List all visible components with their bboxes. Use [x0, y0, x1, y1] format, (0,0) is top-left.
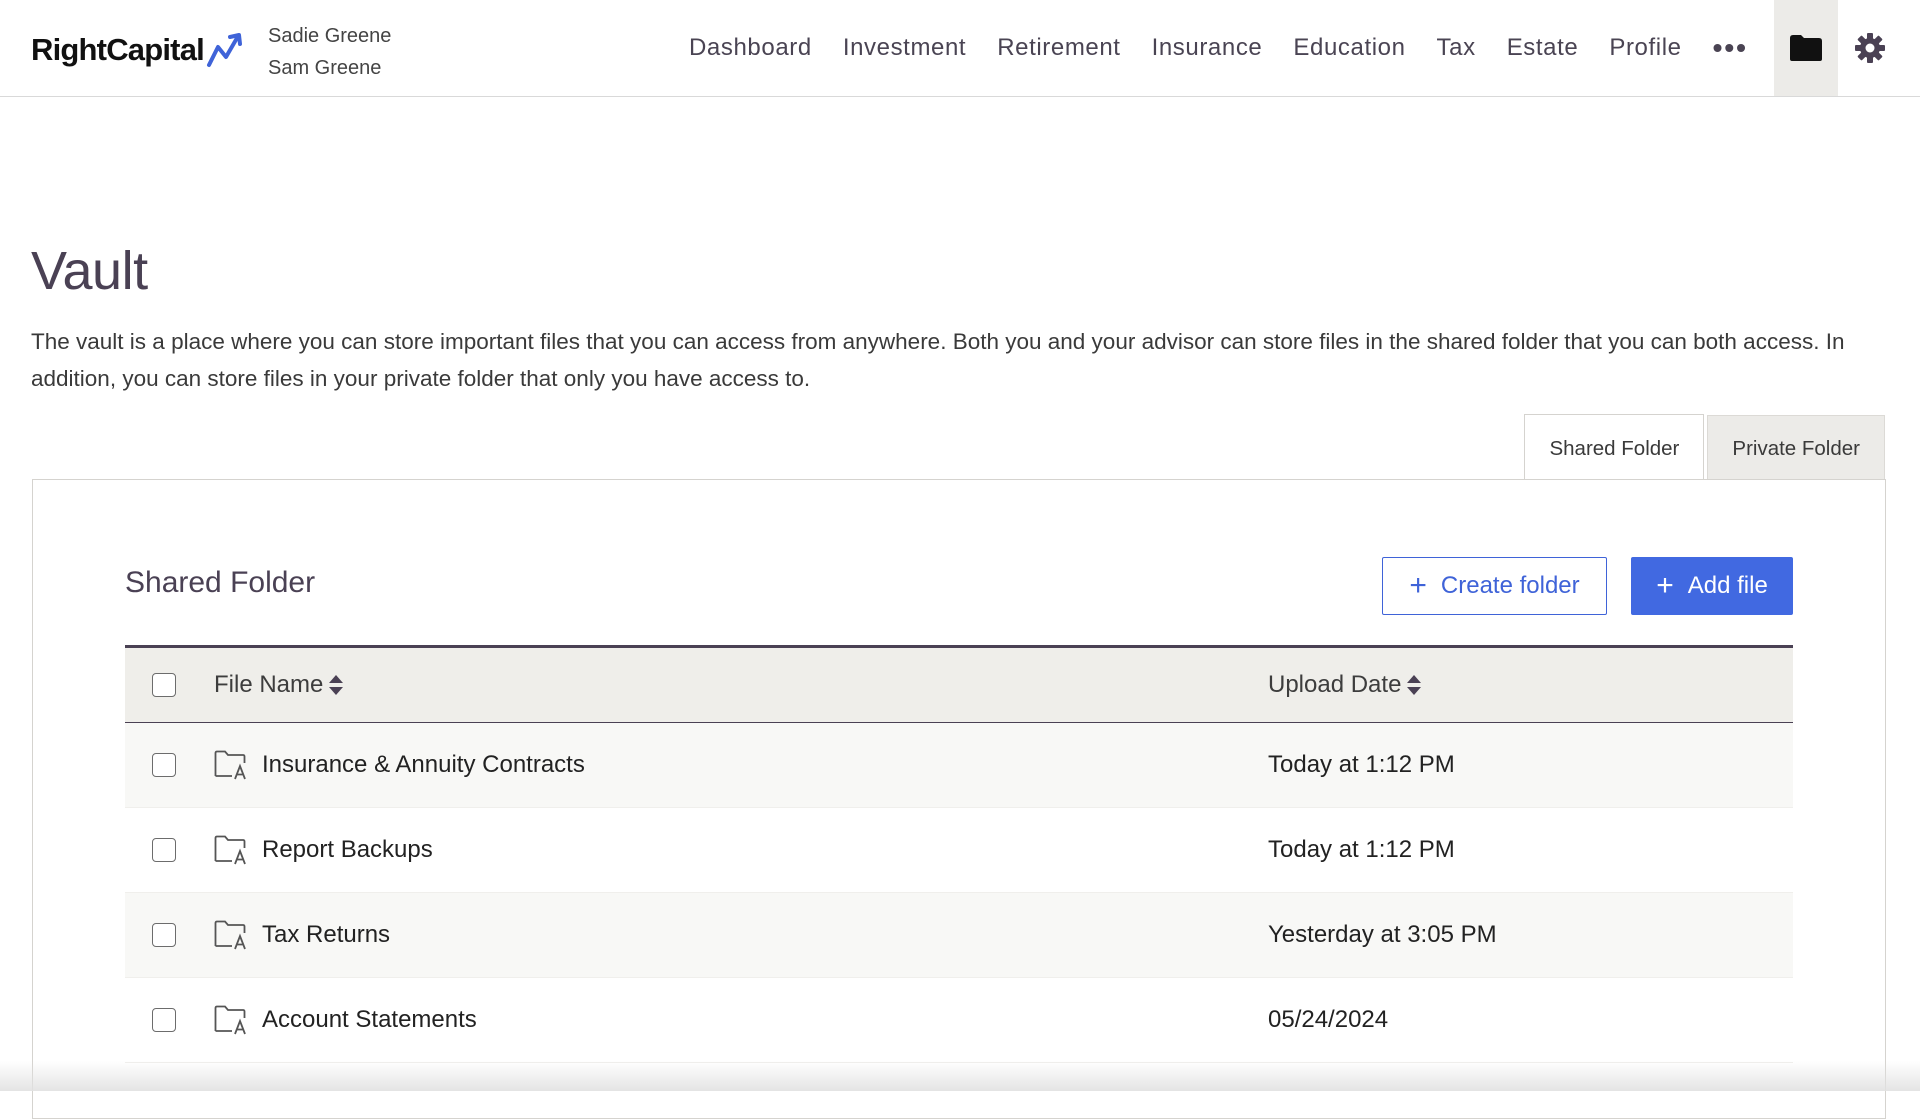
vault-nav-button[interactable]	[1774, 0, 1838, 96]
nav-dashboard[interactable]: Dashboard	[689, 34, 812, 62]
row-checkbox[interactable]	[152, 1008, 176, 1032]
tab-private-folder[interactable]: Private Folder	[1707, 415, 1885, 481]
file-name-cell[interactable]: Account Statements	[214, 1005, 477, 1035]
add-file-label: Add file	[1687, 572, 1768, 599]
file-name-cell[interactable]: Insurance & Annuity Contracts	[214, 750, 585, 780]
table-row[interactable]: Account Statements 05/24/2024	[125, 978, 1793, 1063]
shared-folder-icon	[214, 920, 250, 950]
file-name-cell[interactable]: Tax Returns	[214, 920, 390, 950]
table-row[interactable]: Insurance & Annuity Contracts Today at 1…	[125, 723, 1793, 808]
upload-date-cell: Today at 1:12 PM	[1268, 836, 1455, 863]
column-header-upload-date[interactable]: Upload Date	[1268, 671, 1422, 699]
shared-folder-icon	[214, 835, 250, 865]
file-name: Tax Returns	[262, 921, 391, 948]
create-folder-button[interactable]: + Create folder	[1382, 557, 1607, 615]
nav-insurance[interactable]: Insurance	[1152, 34, 1263, 62]
nav-profile[interactable]: Profile	[1609, 34, 1681, 62]
logo-text: RightCapital	[31, 32, 205, 67]
files-table: File Name Upload Date Insurance & Annuit…	[125, 645, 1793, 1063]
column-header-file-name[interactable]: File Name	[214, 671, 344, 699]
row-checkbox[interactable]	[152, 923, 176, 947]
upload-date-cell: 05/24/2024	[1268, 1006, 1389, 1033]
page-title: Vault	[31, 241, 148, 301]
file-name-cell[interactable]: Report Backups	[214, 835, 433, 865]
folder-icon	[1790, 35, 1822, 61]
client-name-primary: Sadie Greene	[268, 25, 392, 47]
row-checkbox[interactable]	[152, 753, 176, 777]
table-row[interactable]: Tax Returns Yesterday at 3:05 PM	[125, 893, 1793, 978]
nav-retirement[interactable]: Retirement	[997, 34, 1120, 62]
sort-icon	[1406, 674, 1422, 696]
settings-nav-button[interactable]	[1838, 0, 1902, 96]
file-name: Account Statements	[262, 1006, 477, 1033]
tab-shared-folder[interactable]: Shared Folder	[1524, 414, 1705, 482]
page-description: The vault is a place where you can store…	[31, 329, 1845, 391]
file-name: Report Backups	[262, 836, 433, 863]
upload-date-cell: Yesterday at 3:05 PM	[1268, 921, 1497, 948]
table-header: File Name Upload Date	[125, 645, 1793, 723]
client-names: Sadie Greene Sam Greene	[268, 20, 391, 84]
more-menu-icon[interactable]: •••	[1713, 32, 1748, 64]
plus-icon: +	[1656, 569, 1674, 602]
nav-investment[interactable]: Investment	[843, 34, 966, 62]
rightcapital-logo[interactable]: RightCapital	[31, 28, 248, 72]
add-file-button[interactable]: + Add file	[1631, 557, 1793, 615]
shared-folder-icon	[214, 1005, 250, 1035]
top-header: RightCapital Sadie Greene Sam Greene Das…	[0, 0, 1920, 97]
folder-tabs: Shared Folder Private Folder	[1524, 414, 1885, 482]
column-header-file-name-label: File Name	[214, 671, 324, 698]
nav-tax[interactable]: Tax	[1437, 34, 1476, 62]
section-title: Shared Folder	[125, 566, 316, 599]
create-folder-label: Create folder	[1440, 572, 1580, 599]
column-header-upload-date-label: Upload Date	[1268, 671, 1402, 698]
plus-icon: +	[1409, 569, 1427, 602]
shared-folder-icon	[214, 750, 250, 780]
logo-arrow-icon	[206, 33, 242, 67]
nav-estate[interactable]: Estate	[1507, 34, 1579, 62]
select-all-checkbox[interactable]	[152, 673, 176, 697]
row-checkbox[interactable]	[152, 838, 176, 862]
table-row[interactable]: Report Backups Today at 1:12 PM	[125, 808, 1793, 893]
upload-date-cell: Today at 1:12 PM	[1268, 751, 1455, 778]
client-name-secondary: Sam Greene	[268, 57, 382, 79]
gear-icon	[1855, 33, 1885, 63]
main-nav: Dashboard Investment Retirement Insuranc…	[689, 0, 1920, 96]
nav-education[interactable]: Education	[1293, 34, 1405, 62]
file-name: Insurance & Annuity Contracts	[262, 751, 585, 778]
sort-icon	[328, 674, 344, 696]
